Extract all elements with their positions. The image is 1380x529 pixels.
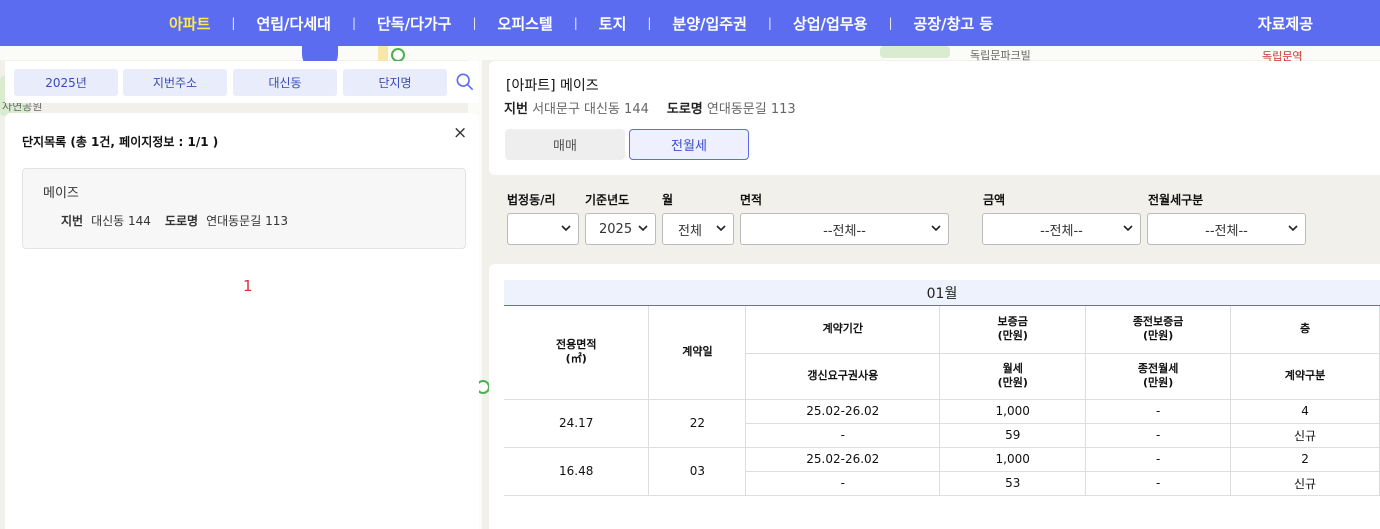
search-icon[interactable] — [456, 73, 474, 91]
chevron-down-icon — [716, 225, 726, 232]
chevron-down-icon — [1123, 225, 1133, 232]
nav-apartment[interactable]: 아파트 — [148, 13, 231, 34]
cell-prev-monthly: - — [1085, 471, 1232, 496]
cell-floor: 4 — [1230, 399, 1380, 424]
table-row: 24.17 22 25.02-26.02 1,000 - 4 — [504, 399, 1380, 448]
nav-land[interactable]: 토지 — [578, 13, 648, 34]
dong-select[interactable] — [507, 213, 579, 245]
search-bar: 2025년 지번주소 대신동 단지명 — [5, 61, 479, 103]
nav-commercial[interactable]: 상업/업무용 — [772, 13, 888, 34]
amount-select[interactable]: --전체-- — [982, 213, 1141, 245]
map-poi-icon[interactable] — [391, 48, 405, 62]
area-select-value: --전체-- — [823, 223, 866, 239]
col-deposit: 보증금 (만원) — [939, 306, 1087, 354]
road-value: 연대동문길 113 — [206, 214, 288, 228]
dong-chip[interactable]: 대신동 — [233, 69, 337, 96]
nav-row-house[interactable]: 연립/다세대 — [235, 13, 351, 34]
cell-renewal: - — [745, 471, 941, 496]
jibun-label: 지번 — [504, 102, 528, 117]
filter-label-year: 기준년도 — [585, 193, 630, 207]
jibun-value: 서대문구 대신동 144 — [532, 102, 649, 117]
top-navigation: 아파트 | 연립/다세대 | 단독/다가구 | 오피스텔 | 토지 | 분양/입… — [0, 0, 1380, 46]
col-renewal: 갱신요구권사용 — [745, 353, 941, 400]
cell-period: 25.02-26.02 — [745, 447, 941, 472]
col-contract-type: 계약구분 — [1230, 353, 1380, 400]
cell-prev-monthly: - — [1085, 423, 1232, 448]
road-value: 연대동문길 113 — [706, 102, 796, 117]
address-type-chip[interactable]: 지번주소 — [123, 69, 227, 96]
transactions-table: 전용면적 (㎡) 계약일 계약기간 보증금 (만원) 종전보증금 (만원) 층 … — [504, 306, 1380, 496]
chevron-down-icon — [638, 225, 648, 232]
table-row: 16.48 03 25.02-26.02 1,000 - 2 — [504, 447, 1380, 496]
tab-rent[interactable]: 전월세 — [629, 129, 749, 160]
year-select-value: 2025 — [599, 221, 633, 237]
filter-label-rent-type: 전월세구분 — [1148, 193, 1204, 207]
year-select[interactable]: 2025 — [585, 213, 656, 245]
cell-deposit: 1,000 — [939, 447, 1087, 472]
month-header: 01월 — [504, 280, 1380, 306]
filter-label-dong: 법정동/리 — [507, 193, 556, 207]
cell-prev-deposit: - — [1085, 399, 1232, 424]
complex-name-chip[interactable]: 단지명 — [343, 69, 447, 96]
chevron-down-icon — [1288, 225, 1298, 232]
cell-monthly: 59 — [939, 423, 1087, 448]
col-day: 계약일 — [648, 306, 747, 400]
chevron-down-icon — [931, 225, 941, 232]
col-floor: 층 — [1230, 306, 1380, 354]
cell-day: 03 — [648, 447, 747, 496]
rent-type-select-value: --전체-- — [1205, 223, 1248, 239]
col-area: 전용면적 (㎡) — [504, 306, 650, 400]
area-select[interactable]: --전체-- — [740, 213, 949, 245]
transactions-panel: 01월 전용면적 (㎡) 계약일 계약기간 보증금 (만원) 종전보증금 (만원… — [489, 264, 1380, 529]
category-menu: 아파트 | 연립/다세대 | 단독/다가구 | 오피스텔 | 토지 | 분양/입… — [148, 0, 1014, 46]
complex-name: 메이즈 — [43, 186, 79, 201]
jibun-label: 지번 — [61, 214, 84, 228]
filter-label-amount: 금액 — [983, 193, 1006, 207]
detail-title: [아파트] 메이즈 — [506, 78, 599, 94]
rent-type-select[interactable]: --전체-- — [1147, 213, 1306, 245]
cell-renewal: - — [745, 423, 941, 448]
col-prev-monthly: 종전월세 (만원) — [1085, 353, 1232, 400]
road-label: 도로명 — [164, 214, 199, 228]
complex-list-title: 단지목록 (총 1건, 페이지정보 : 1/1 ) — [22, 135, 219, 149]
data-source-link[interactable]: 자료제공 — [1258, 13, 1313, 34]
detail-address: 지번 서대문구 대신동 144 도로명 연대동문길 113 — [504, 98, 796, 117]
complex-detail-header: [아파트] 메이즈 지번 서대문구 대신동 144 도로명 연대동문길 113 매… — [489, 61, 1380, 175]
complex-list-item[interactable]: 메이즈 지번 대신동 144 도로명 연대동문길 113 — [22, 168, 466, 249]
col-prev-deposit: 종전보증금 (만원) — [1085, 306, 1232, 354]
cell-prev-deposit: - — [1085, 447, 1232, 472]
cell-floor: 2 — [1230, 447, 1380, 472]
cell-contract-type: 신규 — [1230, 423, 1380, 448]
amount-select-value: --전체-- — [1040, 223, 1083, 239]
chevron-down-icon — [561, 225, 571, 232]
page-number[interactable]: 1 — [243, 277, 253, 295]
cell-area: 24.17 — [504, 399, 650, 448]
cell-monthly: 53 — [939, 471, 1087, 496]
nav-factory[interactable]: 공장/창고 등 — [892, 13, 1014, 34]
nav-presale[interactable]: 분양/입주권 — [651, 13, 767, 34]
nav-detached-house[interactable]: 단독/다가구 — [356, 13, 472, 34]
filter-label-area: 면적 — [740, 193, 763, 207]
cell-deposit: 1,000 — [939, 399, 1087, 424]
cell-period: 25.02-26.02 — [745, 399, 941, 424]
jibun-value: 대신동 144 — [91, 214, 151, 228]
road-label: 도로명 — [666, 102, 703, 117]
year-chip[interactable]: 2025년 — [14, 69, 118, 96]
col-monthly: 월세 (만원) — [939, 353, 1087, 400]
month-select-value: 전체 — [678, 223, 702, 239]
cell-contract-type: 신규 — [1230, 471, 1380, 496]
complex-address: 지번 대신동 144 도로명 연대동문길 113 — [61, 212, 288, 229]
close-icon[interactable]: × — [453, 123, 467, 143]
month-select[interactable]: 전체 — [662, 213, 734, 245]
nav-officetel[interactable]: 오피스텔 — [477, 13, 574, 34]
tab-sale[interactable]: 매매 — [505, 129, 625, 160]
complex-list-panel: 단지목록 (총 1건, 페이지정보 : 1/1 ) × 메이즈 지번 대신동 14… — [5, 113, 479, 529]
filter-label-month: 월 — [662, 193, 674, 207]
col-period: 계약기간 — [745, 306, 941, 354]
cell-day: 22 — [648, 399, 747, 448]
cell-area: 16.48 — [504, 447, 650, 496]
filter-bar: 법정동/리 기준년도 2025 월 전체 면적 --전체-- 금액 --전체--… — [489, 181, 1380, 261]
